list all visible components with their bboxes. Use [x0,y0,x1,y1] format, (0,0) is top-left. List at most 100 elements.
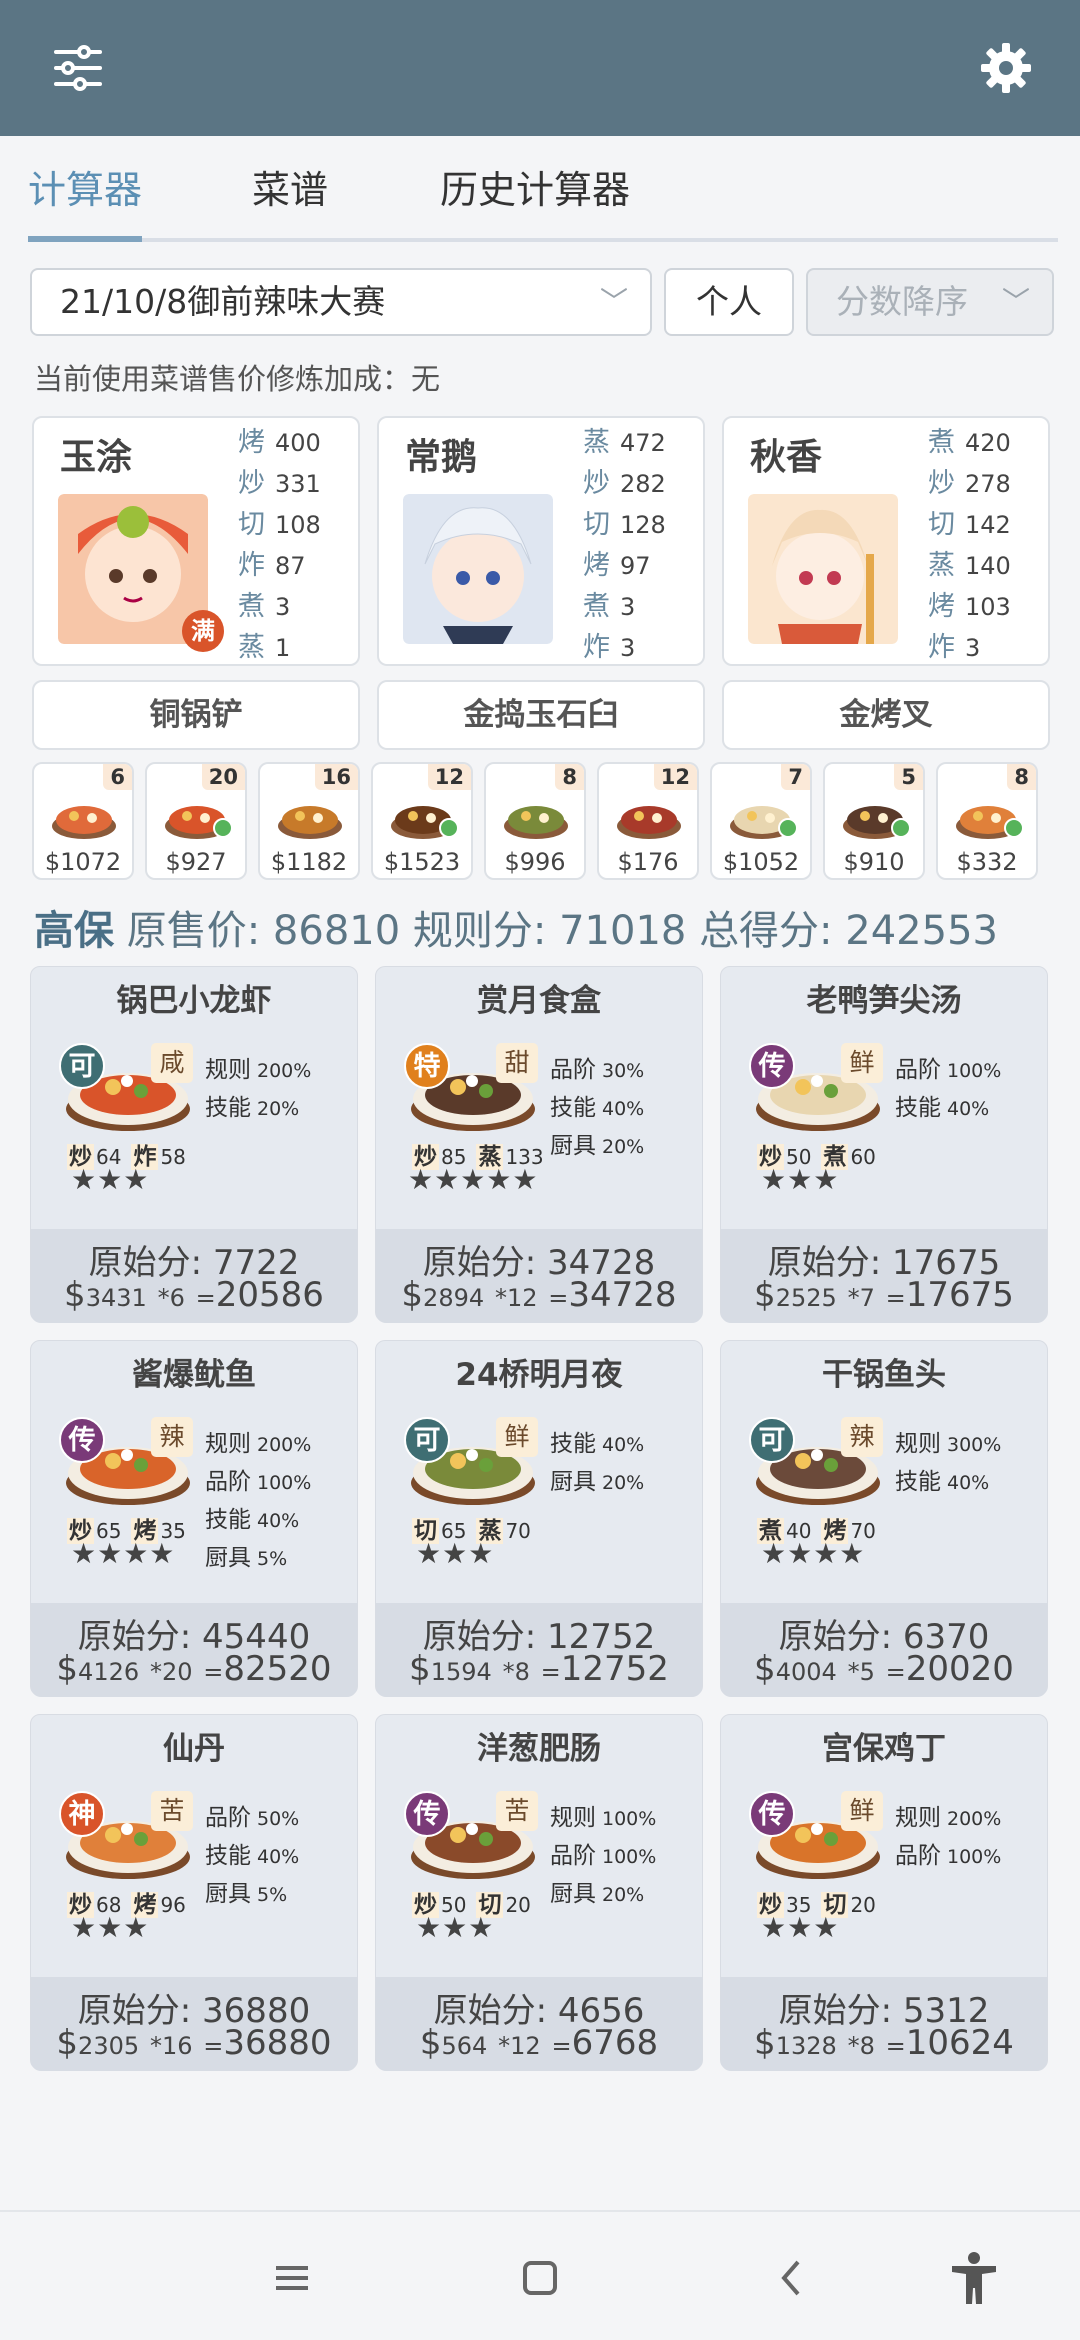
dish-quantity: *12 [498,2032,541,2060]
dish-bonus: 厨具 20% [550,1463,644,1501]
accessibility-icon[interactable] [944,2248,1004,2308]
dish-price: 4126 [78,1658,140,1686]
home-icon[interactable] [510,2248,570,2308]
chef-stat: 烤 103 [928,586,1048,627]
dish-bonus: 规则 200% [205,1425,311,1463]
dish-price-calc: $2894 *12 =34728 [401,1275,677,1315]
ingredient-tile[interactable]: 8 $332 [936,762,1038,880]
sort-select[interactable]: 分数降序 ﹀ [806,268,1054,336]
star-rating: ★★★ [71,1163,150,1196]
stat-key: 煮 [238,591,265,622]
chef-stats: 蒸 472 炒 282 切 128 烤 97 煮3 炸3 [583,422,703,668]
ingredient-count: 8 [555,764,584,790]
dish-price-calc: $4126 *20 =82520 [56,1649,332,1689]
dish-card[interactable]: 酱爆鱿鱼传辣规则 200% 品阶 100% 技能 40% 厨具 5% 炒 65 烤 35 ★★★★ 原始分… [30,1340,358,1697]
ingredient-count: 20 [201,764,245,790]
chef-stat: 切 128 [583,504,703,545]
chef-stats: 煮 420 炒 278 切 142 蒸 140 烤 103 炸3 [928,422,1048,668]
dish-card[interactable]: 赏月食盒特甜品阶 30% 技能 40% 厨具 20% 炒 85 蒸 133 ★★★★★ 原始分: 34… [375,966,703,1323]
chef-stat: 煮 420 [928,422,1048,463]
chef-stat: 炒 282 [583,463,703,504]
ingredient-price: $927 [165,848,227,876]
dish-bonus: 厨具 20% [550,1875,656,1913]
contest-select[interactable]: 21/10/8御前辣味大赛 ﹀ [30,268,652,336]
dish-quantity: *12 [494,1284,538,1312]
bonus-value: 100% [602,1846,657,1868]
dish-price: 1594 [430,1658,492,1686]
tool-button[interactable]: 金捣玉石臼 [377,680,705,750]
dish-name: 洋葱肥肠 [477,1731,601,1767]
ingredient-tile[interactable]: 16 $1182 [258,762,360,880]
bonus-key: 厨具 [550,1881,596,1907]
star-rating: ★★★ [416,1911,495,1944]
tab-calculator[interactable]: 计算器 [28,160,143,242]
dish-card[interactable]: 24桥明月夜可鲜技能 40% 厨具 20% 切 65 蒸 70 ★★★ 原始分: 12752 $15… [375,1340,703,1697]
ingredient-tile[interactable]: 7 $1052 [710,762,812,880]
rule-score-value: 71018 [559,908,687,954]
sort-select-value: 分数降序 [836,282,968,321]
ingredient-price: $176 [617,848,679,876]
dish-price-calc: $1594 *8 =12752 [409,1649,669,1689]
tool-button[interactable]: 金烤叉 [722,680,1050,750]
chef-stat: 煮3 [583,586,703,627]
tab-history-calculator[interactable]: 历史计算器 [440,160,630,242]
stat-value: 278 [965,470,1011,498]
star-rating: ★★★ [761,1911,840,1944]
stat-key: 炸 [583,632,610,663]
dish-card[interactable]: 干锅鱼头可辣规则 300% 技能 40% 煮 40 烤 70 ★★★★ 原始分: 6370 $400… [720,1340,1048,1697]
ingredient-price: $996 [504,848,566,876]
chef-card[interactable]: 常鹅 蒸 472 炒 282 切 128 烤 97 煮3 炸3 [377,416,705,666]
chef-card[interactable]: 玉涂 满 烤 400 炒 331 切 108 炸 87 煮3 蒸1 [32,416,360,666]
dish-bonus-list: 规则 100% 品阶 100% 厨具 20% [550,1799,656,1913]
dish-card[interactable]: 洋葱肥肠传苦规则 100% 品阶 100% 厨具 20% 炒 50 切 20 ★★★ 原始分: 465… [375,1714,703,2071]
ingredient-tile[interactable]: 5 $910 [823,762,925,880]
ingredient-tile[interactable]: 12 $176 [597,762,699,880]
flavor-badge: 鲜 [496,1417,538,1457]
flavor-badge: 辣 [841,1417,883,1457]
gear-icon[interactable] [978,40,1034,96]
stat-key: 炒 [238,468,265,499]
dish-bonus: 技能 40% [550,1089,644,1127]
chef-card[interactable]: 秋香 煮 420 炒 278 切 142 蒸 140 烤 103 炸3 [722,416,1050,666]
mode-button[interactable]: 个人 [664,268,794,336]
dish-card[interactable]: 老鸭笋尖汤传鲜品阶 100% 技能 40% 炒 50 煮 60 ★★★ 原始分: 17675 $25… [720,966,1048,1323]
stat-value: 87 [275,552,306,580]
stat-key: 切 [928,509,955,540]
bonus-key: 规则 [205,1431,251,1457]
dish-name: 酱爆鱿鱼 [132,1357,256,1393]
bonus-key: 厨具 [550,1469,596,1495]
dish-bonus-list: 品阶 30% 技能 40% 厨具 20% [550,1051,644,1165]
rarity-badge: 可 [59,1043,105,1089]
stat-key: 炸 [928,632,955,663]
dish-card[interactable]: 仙丹神苦品阶 50% 技能 40% 厨具 5% 炒 68 烤 96 ★★★ 原始分: 36880 $23… [30,1714,358,2071]
stat-key: 炒 [583,468,610,499]
ingredient-tile[interactable]: 8 $996 [484,762,586,880]
sliders-icon[interactable] [50,40,106,96]
dish-card[interactable]: 锅巴小龙虾可咸规则 200% 技能 20% 炒 64 炸 58 ★★★ 原始分: 7722 $343… [30,966,358,1323]
ingredient-tile[interactable]: 12 $1523 [371,762,473,880]
chef-name: 秋香 [750,437,823,478]
bonus-value: 300% [947,1434,1002,1456]
ingredient-tile[interactable]: 20 $927 [145,762,247,880]
dish-score: 12752 [560,1649,669,1689]
check-icon [213,818,233,838]
ingredient-tile[interactable]: 6 $1072 [32,762,134,880]
chef-name: 玉涂 [60,437,133,478]
dish-name: 宫保鸡丁 [822,1731,946,1767]
stat-key: 煮 [928,427,955,458]
dish-price: 2525 [775,1284,837,1312]
menu-icon[interactable] [262,2248,322,2308]
star-rating: ★★★ [416,1537,495,1570]
tab-recipes[interactable]: 菜谱 [252,160,328,242]
dish-score: 17675 [905,1275,1014,1315]
dish-bonus: 技能 40% [205,1501,311,1539]
dish-card[interactable]: 宫保鸡丁传鲜规则 200% 品阶 100% 炒 35 切 20 ★★★ 原始分: 5312 $132… [720,1714,1048,2071]
rarity-badge: 神 [59,1791,105,1837]
bonus-value: 20% [602,1884,645,1906]
dish-image-icon [278,806,342,839]
stat-value: 128 [620,511,666,539]
back-icon[interactable] [762,2248,822,2308]
dish-price: 4004 [775,1658,837,1686]
stat-value: 3 [965,634,981,662]
tool-button[interactable]: 铜锅铲 [32,680,360,750]
